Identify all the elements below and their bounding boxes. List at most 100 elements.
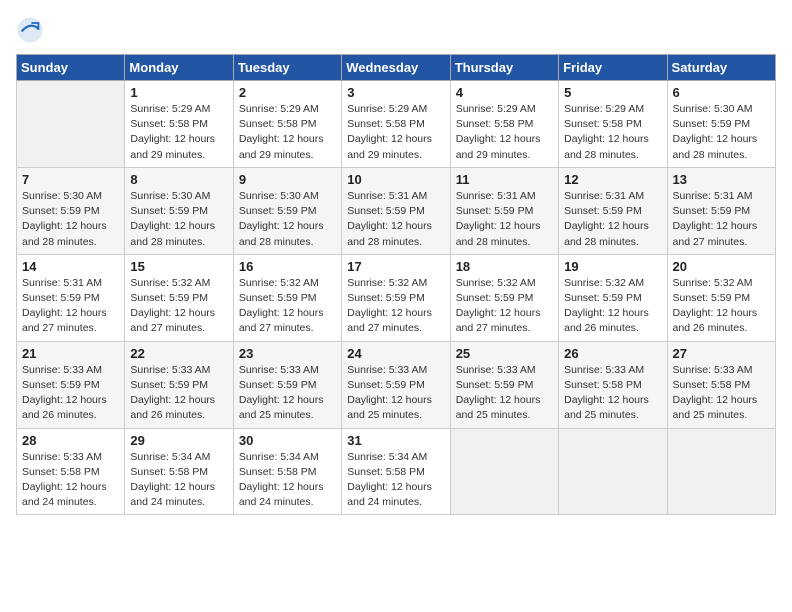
calendar-cell: 14 Sunrise: 5:31 AM Sunset: 5:59 PM Dayli… [17,254,125,341]
day-number: 1 [130,85,227,100]
day-info: Sunrise: 5:33 AM Sunset: 5:58 PM Dayligh… [22,450,119,511]
weekday-header-sunday: Sunday [17,55,125,81]
day-number: 9 [239,172,336,187]
day-info: Sunrise: 5:30 AM Sunset: 5:59 PM Dayligh… [22,189,119,250]
week-row-1: 1 Sunrise: 5:29 AM Sunset: 5:58 PM Daylig… [17,81,776,168]
calendar-cell [667,428,775,515]
logo [16,16,48,44]
calendar-cell: 30Sunrise: 5:34 AM Sunset: 5:58 PM Dayli… [233,428,341,515]
weekday-header-friday: Friday [559,55,667,81]
calendar-cell: 23 Sunrise: 5:33 AM Sunset: 5:59 PM Dayli… [233,341,341,428]
day-number: 10 [347,172,444,187]
day-info: Sunrise: 5:29 AM Sunset: 5:58 PM Dayligh… [239,102,336,163]
day-number: 24 [347,346,444,361]
day-number: 17 [347,259,444,274]
calendar-cell: 10 Sunrise: 5:31 AM Sunset: 5:59 PM Dayli… [342,167,450,254]
calendar-cell: 8Sunrise: 5:30 AM Sunset: 5:59 PM Daylig… [125,167,233,254]
day-info: Sunrise: 5:32 AM Sunset: 5:59 PM Dayligh… [239,276,336,337]
calendar-cell: 25 Sunrise: 5:33 AM Sunset: 5:59 PM Dayli… [450,341,558,428]
day-info: Sunrise: 5:31 AM Sunset: 5:59 PM Dayligh… [564,189,661,250]
calendar-cell [450,428,558,515]
calendar-cell: 12 Sunrise: 5:31 AM Sunset: 5:59 PM Dayli… [559,167,667,254]
calendar-cell: 7 Sunrise: 5:30 AM Sunset: 5:59 PM Daylig… [17,167,125,254]
day-info: Sunrise: 5:33 AM Sunset: 5:59 PM Dayligh… [239,363,336,424]
day-info: Sunrise: 5:33 AM Sunset: 5:59 PM Dayligh… [130,363,227,424]
day-info: Sunrise: 5:33 AM Sunset: 5:58 PM Dayligh… [564,363,661,424]
day-number: 13 [673,172,770,187]
calendar-cell: 17Sunrise: 5:32 AM Sunset: 5:59 PM Dayli… [342,254,450,341]
day-number: 2 [239,85,336,100]
calendar-cell: 31 Sunrise: 5:34 AM Sunset: 5:58 PM Dayli… [342,428,450,515]
day-info: Sunrise: 5:30 AM Sunset: 5:59 PM Dayligh… [673,102,770,163]
calendar-cell: 29 Sunrise: 5:34 AM Sunset: 5:58 PM Dayli… [125,428,233,515]
calendar-cell: 26 Sunrise: 5:33 AM Sunset: 5:58 PM Dayli… [559,341,667,428]
day-number: 22 [130,346,227,361]
day-number: 14 [22,259,119,274]
day-number: 19 [564,259,661,274]
day-info: Sunrise: 5:29 AM Sunset: 5:58 PM Dayligh… [130,102,227,163]
day-info: Sunrise: 5:30 AM Sunset: 5:59 PM Dayligh… [239,189,336,250]
week-row-3: 14 Sunrise: 5:31 AM Sunset: 5:59 PM Dayli… [17,254,776,341]
day-info: Sunrise: 5:31 AM Sunset: 5:59 PM Dayligh… [347,189,444,250]
day-number: 11 [456,172,553,187]
day-number: 3 [347,85,444,100]
calendar-cell: 3Sunrise: 5:29 AM Sunset: 5:58 PM Daylig… [342,81,450,168]
calendar-cell: 21 Sunrise: 5:33 AM Sunset: 5:59 PM Dayli… [17,341,125,428]
day-info: Sunrise: 5:31 AM Sunset: 5:59 PM Dayligh… [456,189,553,250]
calendar-cell: 2 Sunrise: 5:29 AM Sunset: 5:58 PM Daylig… [233,81,341,168]
day-info: Sunrise: 5:29 AM Sunset: 5:58 PM Dayligh… [564,102,661,163]
day-number: 4 [456,85,553,100]
calendar-cell [559,428,667,515]
day-number: 18 [456,259,553,274]
day-number: 21 [22,346,119,361]
logo-icon [16,16,44,44]
calendar-cell: 15Sunrise: 5:32 AM Sunset: 5:59 PM Dayli… [125,254,233,341]
weekday-header-thursday: Thursday [450,55,558,81]
calendar-cell: 24 Sunrise: 5:33 AM Sunset: 5:59 PM Dayli… [342,341,450,428]
weekday-header-row: SundayMondayTuesdayWednesdayThursdayFrid… [17,55,776,81]
weekday-header-wednesday: Wednesday [342,55,450,81]
day-info: Sunrise: 5:34 AM Sunset: 5:58 PM Dayligh… [130,450,227,511]
calendar-table: SundayMondayTuesdayWednesdayThursdayFrid… [16,54,776,515]
day-info: Sunrise: 5:34 AM Sunset: 5:58 PM Dayligh… [347,450,444,511]
weekday-header-tuesday: Tuesday [233,55,341,81]
day-number: 25 [456,346,553,361]
calendar-cell: 16 Sunrise: 5:32 AM Sunset: 5:59 PM Dayli… [233,254,341,341]
day-number: 23 [239,346,336,361]
day-number: 12 [564,172,661,187]
day-number: 20 [673,259,770,274]
calendar-cell: 9 Sunrise: 5:30 AM Sunset: 5:59 PM Daylig… [233,167,341,254]
day-info: Sunrise: 5:33 AM Sunset: 5:59 PM Dayligh… [456,363,553,424]
day-info: Sunrise: 5:33 AM Sunset: 5:59 PM Dayligh… [22,363,119,424]
weekday-header-monday: Monday [125,55,233,81]
day-number: 28 [22,433,119,448]
calendar-cell: 5 Sunrise: 5:29 AM Sunset: 5:58 PM Daylig… [559,81,667,168]
day-info: Sunrise: 5:34 AM Sunset: 5:58 PM Dayligh… [239,450,336,511]
day-info: Sunrise: 5:32 AM Sunset: 5:59 PM Dayligh… [673,276,770,337]
calendar-cell: 1 Sunrise: 5:29 AM Sunset: 5:58 PM Daylig… [125,81,233,168]
day-number: 8 [130,172,227,187]
calendar-cell [17,81,125,168]
calendar-cell: 27 Sunrise: 5:33 AM Sunset: 5:58 PM Dayli… [667,341,775,428]
day-number: 16 [239,259,336,274]
calendar-cell: 28 Sunrise: 5:33 AM Sunset: 5:58 PM Dayli… [17,428,125,515]
calendar-cell: 18 Sunrise: 5:32 AM Sunset: 5:59 PM Dayli… [450,254,558,341]
page-header [16,16,776,44]
day-info: Sunrise: 5:31 AM Sunset: 5:59 PM Dayligh… [22,276,119,337]
day-number: 7 [22,172,119,187]
calendar-cell: 20 Sunrise: 5:32 AM Sunset: 5:59 PM Dayli… [667,254,775,341]
day-info: Sunrise: 5:32 AM Sunset: 5:59 PM Dayligh… [456,276,553,337]
calendar-cell: 22 Sunrise: 5:33 AM Sunset: 5:59 PM Dayli… [125,341,233,428]
calendar-cell: 4 Sunrise: 5:29 AM Sunset: 5:58 PM Daylig… [450,81,558,168]
day-info: Sunrise: 5:32 AM Sunset: 5:59 PM Dayligh… [564,276,661,337]
day-number: 27 [673,346,770,361]
day-number: 31 [347,433,444,448]
calendar-cell: 11 Sunrise: 5:31 AM Sunset: 5:59 PM Dayli… [450,167,558,254]
day-number: 26 [564,346,661,361]
day-number: 15 [130,259,227,274]
day-info: Sunrise: 5:29 AM Sunset: 5:58 PM Dayligh… [456,102,553,163]
day-number: 29 [130,433,227,448]
day-info: Sunrise: 5:33 AM Sunset: 5:59 PM Dayligh… [347,363,444,424]
day-info: Sunrise: 5:33 AM Sunset: 5:58 PM Dayligh… [673,363,770,424]
day-number: 5 [564,85,661,100]
